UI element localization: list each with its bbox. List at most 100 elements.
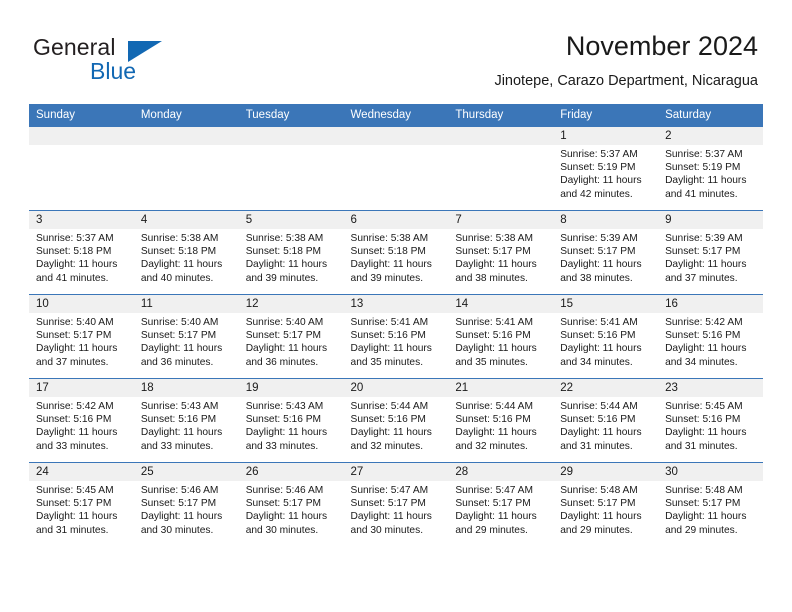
calendar-cell-day[interactable]: 11 Sunrise: 5:40 AM Sunset: 5:17 PM Dayligh…: [133, 294, 239, 379]
calendar-cell-day[interactable]: 20 Sunrise: 5:44 AM Sunset: 5:16 PM Dayligh…: [343, 378, 449, 463]
calendar-cell-inner: 24 Sunrise: 5:45 AM Sunset: 5:17 PM Dayligh…: [29, 463, 134, 546]
day-detail-sunset: Sunset: 5:16 PM: [350, 330, 426, 342]
day-detail-daylight1: Daylight: 11 hours: [350, 259, 432, 271]
brand-logo[interactable]: General Blue: [33, 34, 213, 84]
calendar-cell-inner: 28 Sunrise: 5:47 AM Sunset: 5:17 PM Dayligh…: [448, 463, 554, 546]
day-detail-daylight1: Daylight: 11 hours: [560, 511, 642, 523]
day-details: Sunrise: 5:42 AM Sunset: 5:16 PM Daylight:…: [29, 397, 134, 453]
day-detail-sunset: Sunset: 5:16 PM: [665, 330, 741, 342]
day-number: [343, 127, 449, 145]
day-detail-sunset: Sunset: 5:17 PM: [665, 498, 741, 510]
day-detail-daylight1: Daylight: 11 hours: [245, 511, 328, 523]
calendar-cell-inner: 17 Sunrise: 5:42 AM Sunset: 5:16 PM Dayligh…: [29, 379, 134, 462]
calendar-cell-day[interactable]: 1 Sunrise: 5:37 AM Sunset: 5:19 PM Daylight…: [553, 126, 659, 211]
day-detail-daylight1: Daylight: 11 hours: [665, 259, 747, 271]
day-number: 24: [29, 463, 134, 481]
day-number: 10: [29, 295, 134, 313]
day-detail-sunrise: Sunrise: 5:46 AM: [245, 485, 324, 496]
calendar-cell-day[interactable]: 21 Sunrise: 5:44 AM Sunset: 5:16 PM Dayligh…: [448, 378, 554, 463]
calendar-cell-inner: 3 Sunrise: 5:37 AM Sunset: 5:18 PM Daylight…: [29, 211, 134, 294]
calendar-cell-day[interactable]: 22 Sunrise: 5:44 AM Sunset: 5:16 PM Dayligh…: [553, 378, 659, 463]
day-detail-sunrise: Sunrise: 5:41 AM: [560, 317, 638, 328]
day-details: Sunrise: 5:37 AM Sunset: 5:19 PM Daylight:…: [658, 145, 763, 201]
calendar-cell-day[interactable]: 29 Sunrise: 5:48 AM Sunset: 5:17 PM Dayligh…: [553, 462, 659, 546]
day-detail-sunrise: Sunrise: 5:44 AM: [455, 401, 533, 412]
calendar-cell-day[interactable]: 19 Sunrise: 5:43 AM Sunset: 5:16 PM Dayligh…: [238, 378, 344, 463]
day-detail-daylight2: and 31 minutes.: [36, 524, 109, 536]
calendar-cell-day[interactable]: 10 Sunrise: 5:40 AM Sunset: 5:17 PM Dayligh…: [29, 294, 134, 379]
day-detail-daylight1: Daylight: 11 hours: [140, 511, 223, 523]
calendar-week-row: 10 Sunrise: 5:40 AM Sunset: 5:17 PM Dayligh…: [29, 294, 763, 379]
day-detail-sunrise: Sunrise: 5:42 AM: [665, 317, 743, 328]
day-number: 4: [133, 211, 239, 229]
calendar-cell-day[interactable]: 14 Sunrise: 5:41 AM Sunset: 5:16 PM Dayligh…: [448, 294, 554, 379]
calendar-cell-day[interactable]: 5 Sunrise: 5:38 AM Sunset: 5:18 PM Daylight…: [238, 210, 344, 295]
day-details: Sunrise: 5:48 AM Sunset: 5:17 PM Daylight:…: [658, 481, 763, 537]
calendar-cell-day[interactable]: 30 Sunrise: 5:48 AM Sunset: 5:17 PM Dayligh…: [658, 462, 763, 546]
calendar-body: 1 Sunrise: 5:37 AM Sunset: 5:19 PM Daylight…: [29, 126, 763, 546]
calendar-cell-inner: 30 Sunrise: 5:48 AM Sunset: 5:17 PM Dayligh…: [658, 463, 763, 546]
day-detail-sunset: Sunset: 5:16 PM: [455, 414, 531, 426]
day-number: 12: [238, 295, 344, 313]
day-detail-sunrise: Sunrise: 5:44 AM: [350, 401, 429, 412]
day-detail-daylight2: and 35 minutes.: [350, 356, 424, 368]
calendar-cell-day[interactable]: 25 Sunrise: 5:46 AM Sunset: 5:17 PM Dayligh…: [133, 462, 239, 546]
day-number: 26: [238, 463, 344, 481]
calendar-cell-day[interactable]: 3 Sunrise: 5:37 AM Sunset: 5:18 PM Daylight…: [29, 210, 134, 295]
calendar-cell-day[interactable]: 23 Sunrise: 5:45 AM Sunset: 5:16 PM Dayligh…: [658, 378, 763, 463]
day-number: 22: [553, 379, 659, 397]
day-detail-sunset: Sunset: 5:17 PM: [455, 498, 531, 510]
day-number: 11: [133, 295, 239, 313]
day-detail-sunrise: Sunrise: 5:44 AM: [560, 401, 638, 412]
calendar-cell-day[interactable]: 6 Sunrise: 5:38 AM Sunset: 5:18 PM Daylight…: [343, 210, 449, 295]
day-detail-daylight1: Daylight: 11 hours: [36, 427, 118, 439]
day-detail-daylight2: and 32 minutes.: [350, 440, 424, 452]
calendar-cell-inner: 16 Sunrise: 5:42 AM Sunset: 5:16 PM Dayligh…: [658, 295, 763, 378]
calendar-cell-inner: 19 Sunrise: 5:43 AM Sunset: 5:16 PM Dayligh…: [238, 379, 344, 462]
day-number: [29, 127, 134, 145]
calendar-cell-day[interactable]: 17 Sunrise: 5:42 AM Sunset: 5:16 PM Dayligh…: [29, 378, 134, 463]
calendar-cell-day[interactable]: 24 Sunrise: 5:45 AM Sunset: 5:17 PM Dayligh…: [29, 462, 134, 546]
calendar-cell-day[interactable]: 12 Sunrise: 5:40 AM Sunset: 5:17 PM Dayligh…: [238, 294, 344, 379]
day-detail-sunset: Sunset: 5:18 PM: [245, 246, 322, 258]
calendar-cell-day[interactable]: 2 Sunrise: 5:37 AM Sunset: 5:19 PM Daylight…: [658, 126, 763, 211]
day-detail-daylight2: and 41 minutes.: [36, 272, 109, 284]
day-detail-sunrise: Sunrise: 5:43 AM: [245, 401, 324, 412]
day-detail-daylight2: and 36 minutes.: [140, 356, 214, 368]
day-detail-sunset: Sunset: 5:17 PM: [140, 498, 217, 510]
day-details: Sunrise: 5:38 AM Sunset: 5:18 PM Daylight:…: [239, 229, 344, 285]
day-details: Sunrise: 5:42 AM Sunset: 5:16 PM Daylight:…: [658, 313, 763, 369]
calendar-cell-day[interactable]: 28 Sunrise: 5:47 AM Sunset: 5:17 PM Dayligh…: [448, 462, 554, 546]
calendar-cell-day[interactable]: 26 Sunrise: 5:46 AM Sunset: 5:17 PM Dayligh…: [238, 462, 344, 546]
day-number: 6: [343, 211, 449, 229]
day-detail-daylight1: Daylight: 11 hours: [665, 427, 747, 439]
day-detail-daylight2: and 33 minutes.: [245, 440, 319, 452]
day-number: 29: [553, 463, 659, 481]
day-details: Sunrise: 5:44 AM Sunset: 5:16 PM Daylight:…: [553, 397, 658, 453]
calendar-cell-day[interactable]: 7 Sunrise: 5:38 AM Sunset: 5:17 PM Daylight…: [448, 210, 554, 295]
calendar-cell-empty: [343, 126, 449, 211]
calendar-cell-inner: [448, 127, 554, 210]
calendar-cell-day[interactable]: 18 Sunrise: 5:43 AM Sunset: 5:16 PM Dayligh…: [133, 378, 239, 463]
day-detail-sunset: Sunset: 5:17 PM: [455, 246, 531, 258]
calendar-cell-day[interactable]: 13 Sunrise: 5:41 AM Sunset: 5:16 PM Dayligh…: [343, 294, 449, 379]
day-details: Sunrise: 5:40 AM Sunset: 5:17 PM Daylight:…: [134, 313, 239, 369]
calendar-cell-inner: 6 Sunrise: 5:38 AM Sunset: 5:18 PM Daylight…: [343, 211, 449, 294]
calendar-cell-day[interactable]: 9 Sunrise: 5:39 AM Sunset: 5:17 PM Daylight…: [658, 210, 763, 295]
calendar-cell-day[interactable]: 8 Sunrise: 5:39 AM Sunset: 5:17 PM Daylight…: [553, 210, 659, 295]
day-detail-sunrise: Sunrise: 5:41 AM: [455, 317, 533, 328]
day-detail-daylight1: Daylight: 11 hours: [455, 511, 537, 523]
day-detail-daylight2: and 39 minutes.: [245, 272, 319, 284]
calendar-cell-day[interactable]: 15 Sunrise: 5:41 AM Sunset: 5:16 PM Dayligh…: [553, 294, 659, 379]
calendar-cell-day[interactable]: 27 Sunrise: 5:47 AM Sunset: 5:17 PM Dayligh…: [343, 462, 449, 546]
day-detail-sunset: Sunset: 5:16 PM: [560, 414, 636, 426]
day-number: 15: [553, 295, 659, 313]
day-detail-sunset: Sunset: 5:19 PM: [665, 162, 741, 174]
day-detail-daylight2: and 38 minutes.: [455, 272, 528, 284]
day-number: 28: [448, 463, 554, 481]
day-details: Sunrise: 5:43 AM Sunset: 5:16 PM Daylight:…: [239, 397, 344, 453]
calendar-cell-day[interactable]: 16 Sunrise: 5:42 AM Sunset: 5:16 PM Dayligh…: [658, 294, 763, 379]
day-number: 13: [343, 295, 449, 313]
calendar-page: General Blue November 2024 Jinotepe, Car…: [0, 0, 792, 612]
calendar-cell-day[interactable]: 4 Sunrise: 5:38 AM Sunset: 5:18 PM Daylight…: [133, 210, 239, 295]
